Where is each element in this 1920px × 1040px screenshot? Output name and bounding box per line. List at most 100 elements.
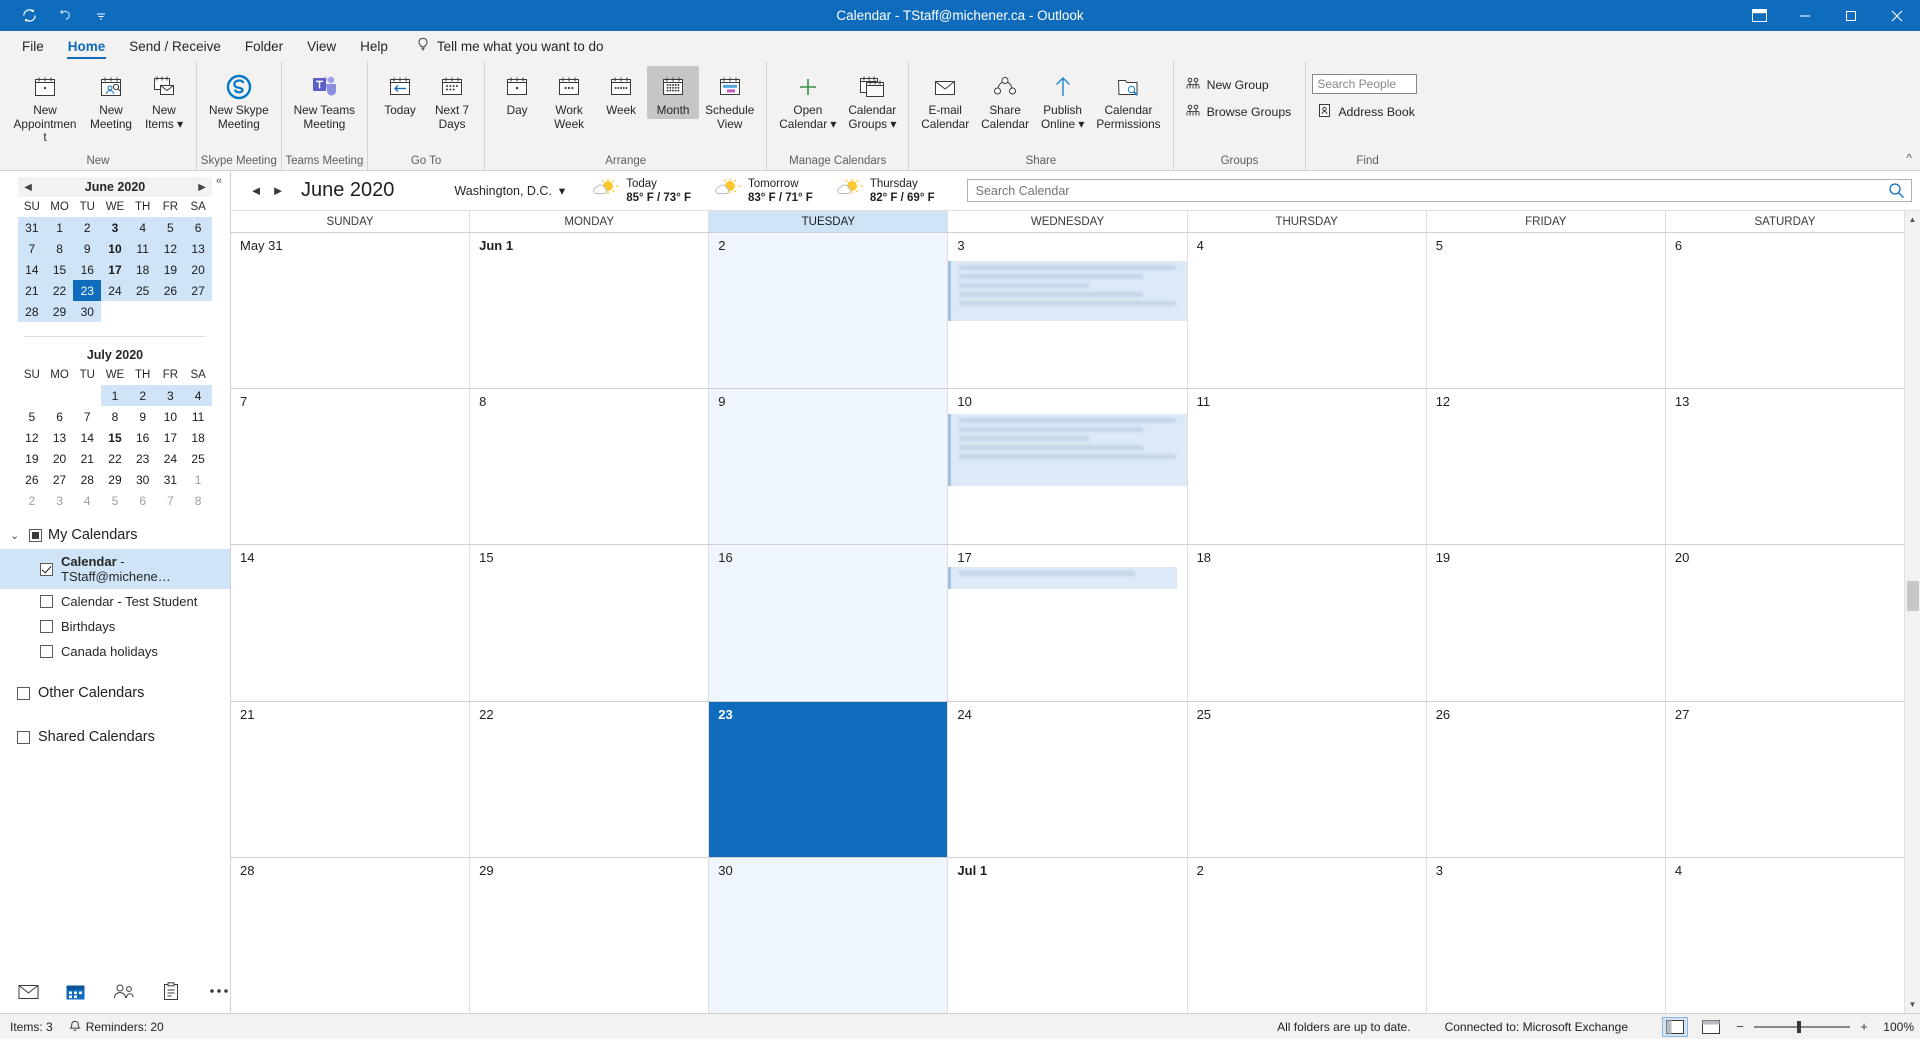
- calendar-day-cell[interactable]: 10: [947, 389, 1187, 545]
- mini-calendar-day[interactable]: 2: [128, 385, 157, 406]
- calendar-day-cell[interactable]: 2: [708, 233, 948, 389]
- people-module-icon[interactable]: [113, 980, 135, 1002]
- mini-calendar-day[interactable]: 4: [128, 217, 157, 238]
- mini-calendar-day[interactable]: 21: [18, 280, 46, 301]
- scrollbar-track[interactable]: [1905, 228, 1920, 996]
- mini-calendar-day[interactable]: 1: [101, 385, 129, 406]
- calendar-day-cell[interactable]: 30: [708, 857, 948, 1014]
- tab-folder[interactable]: Folder: [233, 31, 295, 61]
- calendar-group-other-calendars[interactable]: Other Calendars: [0, 676, 230, 710]
- search-people-input[interactable]: Search People: [1312, 74, 1418, 94]
- mini-calendar-day[interactable]: 13: [46, 427, 74, 448]
- mini-calendar-day[interactable]: 19: [156, 259, 185, 280]
- calendar-item-test-student[interactable]: Calendar - Test Student: [0, 589, 230, 614]
- mini-calendar-day[interactable]: 25: [128, 280, 157, 301]
- calendar-day-cell[interactable]: 7: [231, 389, 469, 544]
- calendar-day-cell[interactable]: 25: [1186, 701, 1426, 857]
- calendar-item-canada-holidays[interactable]: Canada holidays: [0, 639, 230, 664]
- ribbon-display-options-button[interactable]: [1736, 0, 1782, 31]
- zoom-in-button[interactable]: +: [1858, 1019, 1870, 1034]
- mini-calendar-day[interactable]: 31: [157, 469, 185, 490]
- calendar-day-cell[interactable]: 11: [1186, 389, 1426, 545]
- calendar-day-cell[interactable]: 22: [469, 701, 708, 857]
- scroll-down-arrow[interactable]: ▼: [1905, 996, 1920, 1013]
- zoom-out-button[interactable]: −: [1734, 1019, 1746, 1034]
- mini-calendar-day[interactable]: 24: [157, 448, 185, 469]
- calendar-day-cell[interactable]: 17: [947, 545, 1186, 701]
- browse-groups-button[interactable]: Browse Groups: [1180, 101, 1300, 123]
- mini-calendar-day[interactable]: 11: [128, 238, 157, 259]
- new-group-button[interactable]: New Group: [1180, 74, 1300, 96]
- calendar-checkbox[interactable]: [40, 595, 53, 608]
- tab-view[interactable]: View: [295, 31, 348, 61]
- mini-calendar-day[interactable]: 9: [129, 406, 157, 427]
- mini-calendar-next-button[interactable]: ►: [194, 179, 210, 195]
- close-button[interactable]: [1874, 0, 1920, 31]
- day-header-thursday[interactable]: THURSDAY: [1186, 211, 1426, 232]
- week-view-button[interactable]: Week: [595, 66, 647, 119]
- calendar-day-cell[interactable]: 2: [1186, 857, 1426, 1014]
- search-input[interactable]: [967, 180, 1881, 201]
- mini-calendar-day[interactable]: 29: [101, 469, 129, 490]
- mini-calendar-day[interactable]: 5: [18, 406, 46, 427]
- tab-file[interactable]: File: [10, 31, 56, 61]
- day-header-sunday[interactable]: SUNDAY: [231, 211, 469, 232]
- mini-calendar-day[interactable]: 20: [184, 259, 212, 280]
- mini-calendar-day[interactable]: 10: [157, 406, 185, 427]
- calendar-day-cell[interactable]: 28: [231, 858, 469, 1013]
- day-header-tuesday[interactable]: TUESDAY: [708, 211, 948, 232]
- calendar-group-shared-calendars[interactable]: Shared Calendars: [0, 720, 230, 754]
- mail-module-icon[interactable]: [18, 980, 39, 1002]
- mini-calendar-day[interactable]: 29: [45, 301, 74, 322]
- mini-calendar-day[interactable]: 5: [156, 217, 185, 238]
- mini-calendar-day[interactable]: 16: [129, 427, 157, 448]
- month-view-button[interactable]: Month: [647, 66, 700, 119]
- search-calendar-box[interactable]: [966, 179, 1912, 202]
- tell-me-box[interactable]: Tell me what you want to do: [406, 31, 614, 61]
- undo-icon[interactable]: [54, 5, 76, 27]
- calendar-day-cell[interactable]: 19: [1425, 545, 1665, 701]
- mini-calendar-day[interactable]: 7: [73, 406, 101, 427]
- day-view-button[interactable]: Day: [491, 66, 543, 119]
- mini-calendar-day[interactable]: 17: [101, 259, 129, 280]
- today-button[interactable]: Today: [374, 66, 426, 119]
- calendar-day-cell[interactable]: 27: [1664, 701, 1904, 857]
- address-book-button[interactable]: Address Book: [1312, 101, 1423, 123]
- new-teams-meeting-button[interactable]: New Teams Meeting: [288, 66, 361, 132]
- calendar-checkbox[interactable]: [40, 620, 53, 633]
- reminders-label[interactable]: Reminders: 20: [86, 1020, 164, 1034]
- mini-calendar-day[interactable]: 10: [101, 238, 129, 259]
- calendar-day-cell[interactable]: 12: [1425, 389, 1665, 545]
- scroll-up-arrow[interactable]: ▲: [1905, 211, 1920, 228]
- mini-calendar-day[interactable]: 27: [184, 280, 212, 301]
- share-calendar-button[interactable]: Share Calendar: [975, 66, 1035, 132]
- customize-qat-icon[interactable]: [90, 5, 112, 27]
- calendar-day-cell[interactable]: 16: [708, 545, 948, 701]
- mini-calendar-day[interactable]: 6: [184, 217, 212, 238]
- mini-calendar-day[interactable]: 5: [101, 490, 129, 511]
- mini-calendar-day[interactable]: 8: [184, 490, 212, 511]
- email-calendar-button[interactable]: E-mail Calendar: [915, 66, 975, 132]
- mini-calendar-day[interactable]: 11: [184, 406, 212, 427]
- calendar-day-cell[interactable]: 4: [1186, 233, 1426, 389]
- shared-calendars-checkbox[interactable]: [17, 730, 30, 744]
- calendar-scrollbar[interactable]: ▲ ▼: [1904, 211, 1920, 1013]
- mini-calendar-day[interactable]: 19: [18, 448, 46, 469]
- calendar-day-cell[interactable]: Jun 1: [469, 233, 708, 389]
- mini-calendar-day[interactable]: 28: [73, 469, 101, 490]
- calendar-item-tstaff[interactable]: Calendar - TStaff@michene…: [0, 549, 230, 589]
- tab-home[interactable]: Home: [56, 31, 118, 61]
- weather-location-selector[interactable]: Washington, D.C. ▾: [454, 183, 565, 199]
- mini-calendar-day[interactable]: 17: [157, 427, 185, 448]
- reading-view-button[interactable]: [1698, 1017, 1724, 1037]
- scrollbar-thumb[interactable]: [1906, 581, 1919, 612]
- restore-button[interactable]: [1828, 0, 1874, 31]
- mini-calendar-day[interactable]: 6: [129, 490, 157, 511]
- tab-help[interactable]: Help: [348, 31, 400, 61]
- mini-calendar-day[interactable]: 16: [73, 259, 102, 280]
- mini-calendar-day[interactable]: 23: [129, 448, 157, 469]
- calendar-day-cell[interactable]: 14: [231, 545, 469, 700]
- mini-calendar-prev-button[interactable]: ◄: [20, 179, 36, 195]
- mini-calendar-day[interactable]: 27: [46, 469, 74, 490]
- day-header-monday[interactable]: MONDAY: [469, 211, 708, 232]
